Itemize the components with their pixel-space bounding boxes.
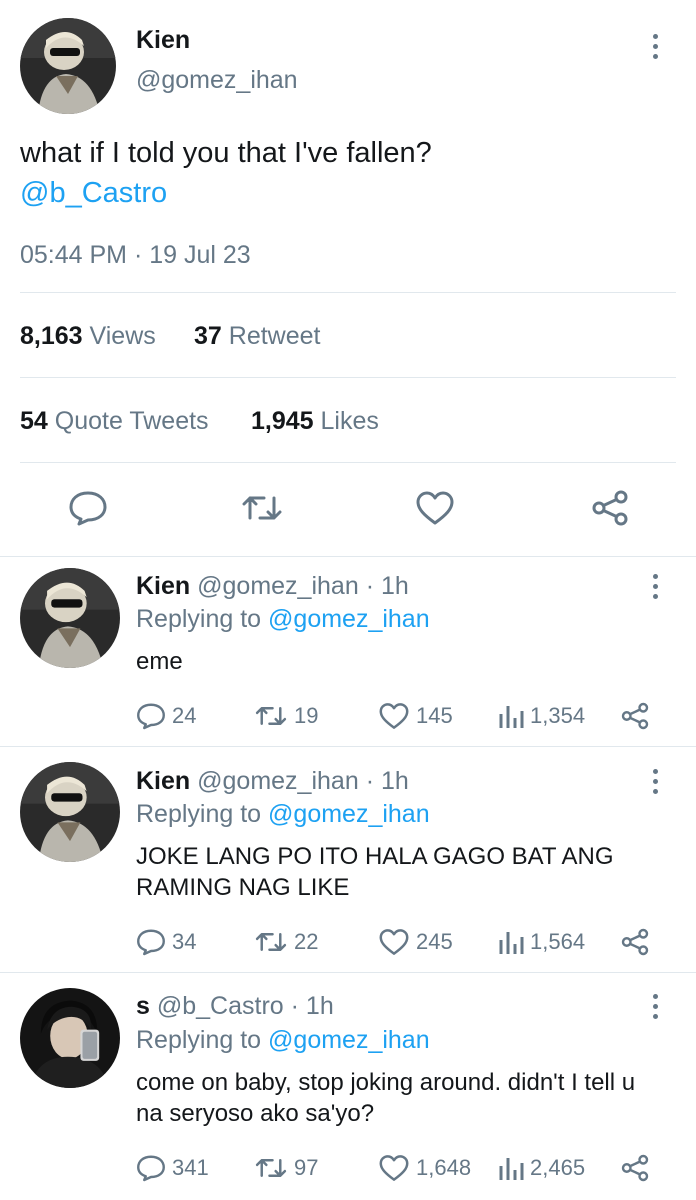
reply-action[interactable]: 341 xyxy=(136,1154,209,1182)
views-bar-chart-icon xyxy=(499,1158,524,1180)
divider xyxy=(20,292,676,293)
reply-icon xyxy=(137,703,165,730)
more-options-icon[interactable] xyxy=(651,769,659,794)
retweet-icon xyxy=(255,1159,287,1177)
reply-header: Kien @gomez_ihan · 1h xyxy=(136,572,409,601)
tweet-text: what if I told you that I've fallen? xyxy=(20,137,432,169)
retweet-count: 37 xyxy=(194,322,222,350)
likes-label: Likes xyxy=(320,407,379,435)
reply-author-name[interactable]: s xyxy=(136,992,150,1020)
reply-count: 24 xyxy=(172,703,197,728)
retweet-action[interactable]: 19 xyxy=(254,702,318,730)
retweet-label: Retweet xyxy=(228,322,321,350)
reply-author-handle[interactable]: @gomez_ihan xyxy=(197,767,359,795)
reply-text: JOKE LANG PO ITO HALA GAGO BAT ANG RAMIN… xyxy=(136,843,614,901)
retweet-icon xyxy=(255,707,287,725)
share-icon[interactable] xyxy=(620,928,650,961)
quote-count: 54 xyxy=(20,407,48,435)
views-count: 1,354 xyxy=(530,703,586,728)
retweet-action[interactable]: 97 xyxy=(254,1154,318,1182)
divider xyxy=(0,556,696,557)
reply-icon xyxy=(137,929,165,956)
like-action[interactable]: 1,648 xyxy=(378,1154,471,1182)
replying-to-link[interactable]: @gomez_ihan xyxy=(268,800,430,828)
reply-time: · 1h xyxy=(365,572,409,600)
tweet-timestamp[interactable]: 05:44 PM · 19 Jul 23 xyxy=(20,241,251,270)
views-count: 8,163 xyxy=(20,322,83,350)
tweet-mention-link[interactable]: @b_Castro xyxy=(20,174,167,212)
retweet-icon[interactable] xyxy=(240,490,284,531)
divider xyxy=(20,462,676,463)
reply-action[interactable]: 24 xyxy=(136,702,196,730)
more-options-icon[interactable] xyxy=(651,994,659,1019)
divider xyxy=(0,972,696,973)
like-action[interactable]: 145 xyxy=(378,702,453,730)
replying-to-link[interactable]: @gomez_ihan xyxy=(268,605,430,633)
avatar[interactable] xyxy=(20,988,120,1088)
views-stat: 8,163 Views xyxy=(20,322,156,351)
reply-author-handle[interactable]: @gomez_ihan xyxy=(197,572,359,600)
replying-to-link[interactable]: @gomez_ihan xyxy=(268,1026,430,1054)
reply-text: come on baby, stop joking around. didn't… xyxy=(136,1069,636,1127)
retweet-count: 22 xyxy=(294,929,319,954)
like-count: 145 xyxy=(416,703,453,728)
reply-icon xyxy=(137,1155,165,1182)
reply-action[interactable]: 34 xyxy=(136,928,196,956)
retweet-count: 97 xyxy=(294,1155,319,1180)
like-count: 1,648 xyxy=(416,1155,472,1180)
share-icon[interactable] xyxy=(620,1154,650,1187)
retweet-action[interactable]: 22 xyxy=(254,928,318,956)
like-icon xyxy=(379,1155,409,1181)
reply-author-name[interactable]: Kien xyxy=(136,767,190,795)
views-label: Views xyxy=(89,322,156,350)
replying-to: Replying to @gomez_ihan xyxy=(136,800,430,829)
replying-prefix: Replying to xyxy=(136,1026,262,1054)
retweet-icon xyxy=(255,933,287,951)
author-handle[interactable]: @gomez_ihan xyxy=(136,66,298,95)
avatar[interactable] xyxy=(20,762,120,862)
divider xyxy=(20,377,676,378)
like-icon xyxy=(379,703,409,729)
like-action[interactable]: 245 xyxy=(378,928,453,956)
views-bar-chart-icon xyxy=(499,706,524,728)
views-bar-chart-icon xyxy=(499,932,524,954)
more-options-icon[interactable] xyxy=(651,574,659,599)
share-icon[interactable] xyxy=(620,702,650,735)
like-count: 245 xyxy=(416,929,453,954)
reply-count: 341 xyxy=(172,1155,209,1180)
views-action[interactable]: 2,465 xyxy=(498,1154,585,1182)
quote-label: Quote Tweets xyxy=(54,407,209,435)
author-name[interactable]: Kien xyxy=(136,26,190,55)
more-options-icon[interactable] xyxy=(651,34,659,59)
likes-count: 1,945 xyxy=(251,407,314,435)
share-icon[interactable] xyxy=(590,490,630,531)
replying-to: Replying to @gomez_ihan xyxy=(136,1026,430,1055)
reply-icon[interactable] xyxy=(68,490,108,531)
views-count: 2,465 xyxy=(530,1155,586,1180)
views-action[interactable]: 1,564 xyxy=(498,928,585,956)
reply-header: s @b_Castro · 1h xyxy=(136,992,334,1021)
reply-header: Kien @gomez_ihan · 1h xyxy=(136,767,409,796)
like-icon xyxy=(379,929,409,955)
replying-prefix: Replying to xyxy=(136,800,262,828)
like-icon[interactable] xyxy=(415,490,455,531)
views-count: 1,564 xyxy=(530,929,586,954)
avatar[interactable] xyxy=(20,568,120,668)
replying-to: Replying to @gomez_ihan xyxy=(136,605,430,634)
reply-time: · 1h xyxy=(290,992,334,1020)
reply-author-name[interactable]: Kien xyxy=(136,572,190,600)
quote-stat[interactable]: 54 Quote Tweets xyxy=(20,407,209,436)
reply-time: · 1h xyxy=(365,767,409,795)
reply-count: 34 xyxy=(172,929,197,954)
likes-stat[interactable]: 1,945 Likes xyxy=(251,407,379,436)
retweet-count: 19 xyxy=(294,703,319,728)
avatar[interactable] xyxy=(20,18,116,114)
retweet-stat[interactable]: 37 Retweet xyxy=(194,322,320,351)
reply-author-handle[interactable]: @b_Castro xyxy=(157,992,284,1020)
views-action[interactable]: 1,354 xyxy=(498,702,585,730)
replying-prefix: Replying to xyxy=(136,605,262,633)
reply-text: eme xyxy=(136,648,183,675)
divider xyxy=(0,746,696,747)
